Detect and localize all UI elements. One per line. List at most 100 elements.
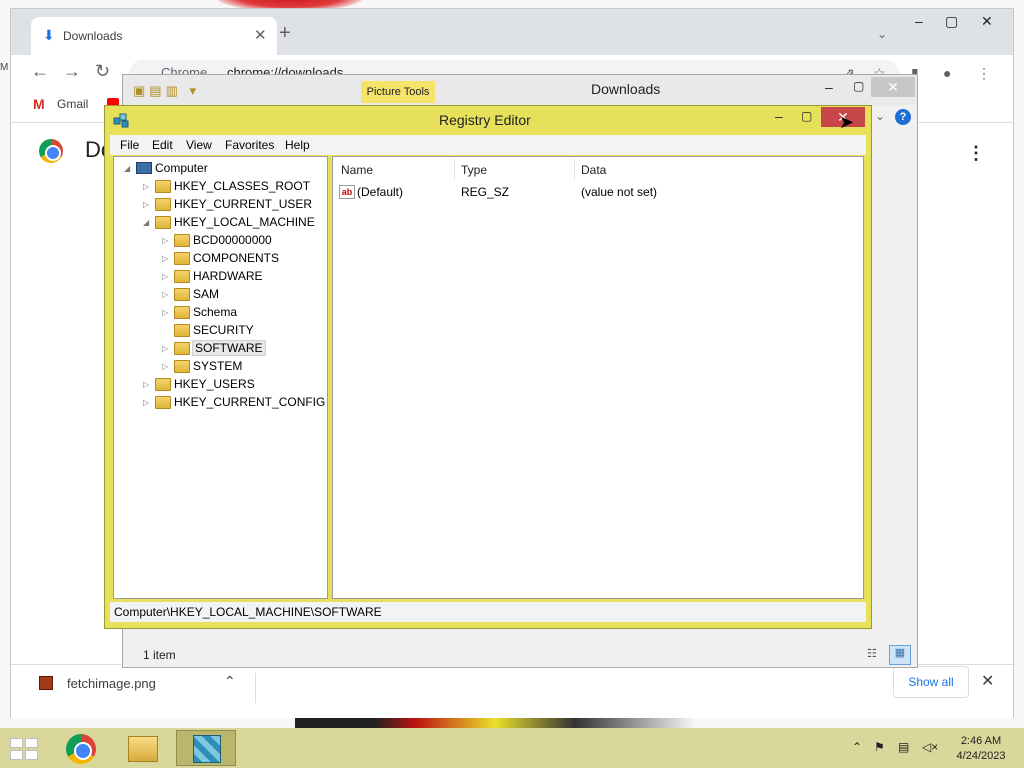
menu-help[interactable]: Help [285, 138, 310, 152]
menu-file[interactable]: File [120, 138, 139, 152]
computer-icon [136, 162, 152, 174]
start-button[interactable] [10, 738, 38, 760]
column-divider[interactable] [454, 159, 455, 181]
action-center-flag-icon[interactable]: ⚑ [874, 740, 885, 754]
help-icon[interactable]: ? [895, 109, 911, 125]
tab-search-chevron-icon[interactable]: ⌄ [877, 27, 887, 41]
explorer-title: Downloads [591, 81, 661, 97]
profile-avatar-icon[interactable]: ● [943, 65, 951, 81]
registry-icon [113, 113, 129, 128]
expand-arrow-icon[interactable]: ▷ [162, 362, 172, 371]
taskbar-registry-editor[interactable] [176, 730, 236, 766]
folder-icon [155, 179, 171, 193]
value-name: (Default) [357, 185, 404, 199]
folder-icon [155, 377, 171, 391]
explorer-minimize-button[interactable]: – [825, 79, 833, 95]
folder-icon [174, 359, 190, 373]
regedit-maximize-button[interactable]: ▢ [801, 109, 812, 123]
value-data: (value not set) [581, 185, 658, 199]
taskbar-clock[interactable]: 2:46 AM 4/24/2023 [948, 734, 1014, 764]
registry-tree[interactable]: ◢ Computer ▷ HKEY_CLASSES_ROOT ▷ HKEY_CURRENT… [113, 156, 328, 599]
show-all-button[interactable]: Show all [893, 666, 969, 698]
tree-node[interactable]: SECURITY [162, 321, 254, 339]
gmail-icon[interactable]: M [33, 96, 45, 112]
tree-node[interactable]: ◢ Computer [124, 159, 208, 177]
folder-icon [174, 305, 190, 319]
regedit-minimize-button[interactable]: – [775, 108, 783, 124]
tree-node[interactable]: ▷ BCD00000000 [162, 231, 272, 249]
tree-node[interactable]: ▷ COMPONENTS [162, 249, 279, 267]
expand-arrow-icon[interactable]: ▷ [143, 200, 153, 209]
expand-arrow-icon[interactable]: ▷ [162, 254, 172, 263]
shelf-close-icon[interactable]: ✕ [981, 671, 994, 691]
tree-node[interactable]: ▷ HKEY_CURRENT_USER [143, 195, 312, 213]
chrome-maximize-button[interactable]: ▢ [945, 13, 958, 30]
tab-title: Downloads [63, 29, 123, 43]
expand-arrow-icon[interactable]: ▷ [143, 398, 153, 407]
expand-arrow-icon[interactable]: ▷ [162, 290, 172, 299]
chrome-close-button[interactable]: ✕ [981, 13, 993, 30]
details-view-icon[interactable]: ☷ [867, 647, 885, 663]
tree-node-label: HKEY_LOCAL_MACHINE [174, 215, 315, 229]
registry-value-row[interactable]: ab (Default) REG_SZ (value not set) [333, 183, 863, 201]
expand-arrow-icon[interactable]: ▷ [162, 236, 172, 245]
tree-node[interactable]: ▷ HKEY_CURRENT_CONFIG [143, 393, 325, 411]
tree-node[interactable]: ◢ HKEY_LOCAL_MACHINE [143, 213, 315, 231]
tab-close-icon[interactable]: ✕ [254, 26, 267, 44]
quick-access-toolbar[interactable]: ▣▤▥ ▾ [133, 83, 200, 99]
tree-node-label: HKEY_USERS [174, 377, 255, 391]
chrome-logo-icon [39, 139, 63, 163]
tree-node-label: HARDWARE [193, 269, 263, 283]
tab-downloads[interactable]: ⬇ Downloads ✕ [31, 17, 277, 55]
show-hidden-icons-chevron-icon[interactable]: ⌃ [852, 740, 862, 754]
expand-arrow-icon[interactable]: ◢ [143, 218, 153, 227]
tree-node[interactable]: ▷ SOFTWARE [162, 339, 266, 357]
expand-arrow-icon[interactable]: ◢ [124, 164, 134, 173]
explorer-maximize-button[interactable]: ▢ [853, 79, 864, 93]
network-icon[interactable]: ▤ [898, 740, 909, 754]
expand-arrow-icon[interactable]: ▷ [162, 344, 172, 353]
folder-icon [155, 197, 171, 211]
volume-muted-icon[interactable]: ◁× [922, 740, 938, 754]
tree-node-label: HKEY_CURRENT_CONFIG [174, 395, 326, 409]
column-header-name[interactable]: Name [341, 163, 373, 177]
column-header-data[interactable]: Data [581, 163, 606, 177]
explorer-titlebar[interactable] [123, 75, 917, 105]
explorer-close-button[interactable]: ✕ [871, 77, 915, 97]
large-icons-view-icon[interactable]: ▦ [889, 645, 911, 665]
back-arrow-icon[interactable]: ← [31, 61, 49, 82]
tree-node[interactable]: ▷ HKEY_USERS [143, 375, 255, 393]
taskbar-chrome[interactable] [52, 730, 112, 766]
bookmark-gmail[interactable]: Gmail [57, 97, 88, 111]
tree-node-label: BCD00000000 [193, 233, 272, 247]
expand-arrow-icon[interactable]: ▷ [143, 182, 153, 191]
tree-node[interactable]: ▷ SAM [162, 285, 219, 303]
chrome-menu-icon[interactable]: ⋮ [977, 65, 991, 82]
registry-values-list[interactable]: Name Type Data ab (Default) REG_SZ (valu… [332, 156, 864, 599]
more-actions-icon[interactable]: ⋮ [967, 143, 985, 164]
chevron-up-icon[interactable]: ⌃ [224, 673, 236, 690]
chrome-minimize-button[interactable]: – [915, 13, 923, 29]
menu-favorites[interactable]: Favorites [225, 138, 274, 152]
tree-node[interactable]: ▷ SYSTEM [162, 357, 242, 375]
tree-node[interactable]: ▷ HKEY_CLASSES_ROOT [143, 177, 310, 195]
ribbon-expand-chevron-icon[interactable]: ⌄ [875, 109, 885, 123]
clock-time: 2:46 AM [960, 735, 1002, 747]
column-divider[interactable] [574, 159, 575, 181]
new-tab-button[interactable]: + [279, 23, 291, 43]
picture-tools-tab[interactable]: Picture Tools [361, 81, 435, 103]
menu-view[interactable]: View [186, 138, 212, 152]
tree-node[interactable]: ▷ HARDWARE [162, 267, 263, 285]
expand-arrow-icon[interactable]: ▷ [143, 380, 153, 389]
menu-edit[interactable]: Edit [152, 138, 173, 152]
expand-arrow-icon[interactable]: ▷ [162, 272, 172, 281]
reload-icon[interactable]: ↻ [95, 61, 110, 82]
file-explorer-icon [128, 736, 158, 762]
taskbar-file-explorer[interactable] [114, 730, 174, 766]
forward-arrow-icon[interactable]: → [63, 61, 81, 82]
tree-node[interactable]: ▷ Schema [162, 303, 237, 321]
column-header-type[interactable]: Type [461, 163, 487, 177]
expand-arrow-icon[interactable]: ▷ [162, 308, 172, 317]
tree-node-label: SECURITY [193, 323, 254, 337]
download-item-name[interactable]: fetchimage.png [67, 676, 156, 691]
